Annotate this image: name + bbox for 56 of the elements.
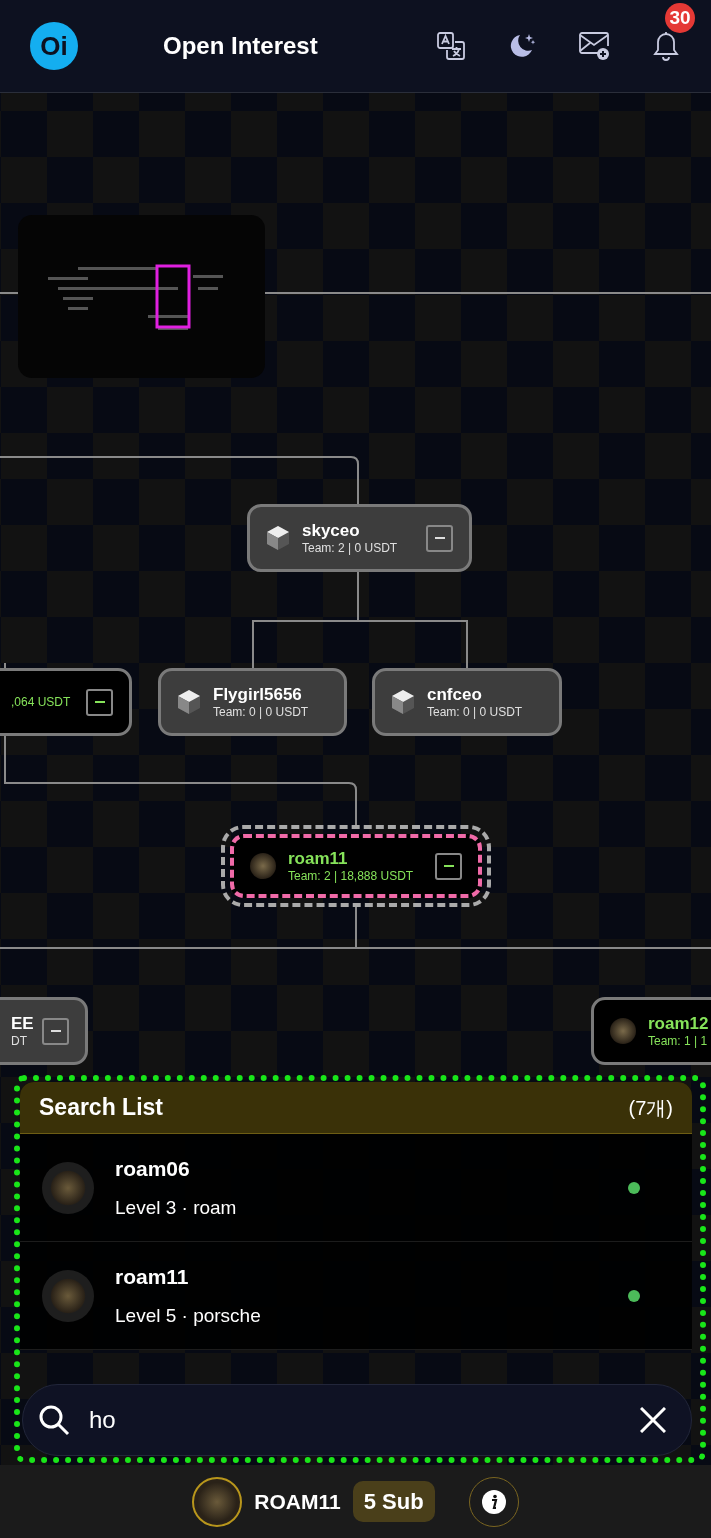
minus-icon (443, 865, 454, 867)
tree-node[interactable]: ,064 USDT (0, 668, 132, 736)
node-name: roam11 (288, 847, 349, 870)
minus-icon (94, 701, 105, 703)
node-name: EE (11, 1012, 34, 1035)
minus-icon (50, 1030, 61, 1032)
clear-icon[interactable] (640, 1407, 666, 1433)
node-team: DT (11, 1034, 28, 1050)
minus-icon (434, 537, 445, 539)
node-name: Flygirl5656 (213, 683, 303, 706)
node-team: Team: 2 | 0 USDT (302, 541, 398, 557)
user-name: ROAM11 (254, 1488, 341, 1515)
node-team: Team: 2 | 18,888 USDT (288, 869, 414, 885)
bell-icon[interactable] (653, 31, 679, 61)
collapse-button[interactable] (86, 688, 113, 716)
search-field[interactable]: ho (22, 1384, 692, 1456)
search-icon (38, 1404, 70, 1436)
result-name: roam11 (115, 1263, 190, 1290)
app-logo: Oi (30, 22, 78, 70)
search-result[interactable]: roam11 Level 5 · porsche (20, 1242, 692, 1350)
node-team: Team: 1 | 1 (648, 1034, 709, 1050)
result-detail: Level 5 · porsche (115, 1304, 261, 1328)
result-name: roam06 (115, 1155, 191, 1182)
app-title: Open Interest (163, 31, 318, 61)
tree-node[interactable]: roam12 Team: 1 | 1 (591, 997, 711, 1065)
collapse-button[interactable] (42, 1017, 69, 1045)
translate-icon[interactable] (437, 32, 465, 60)
tree-node[interactable]: cnfceo Team: 0 | 0 USDT (372, 668, 562, 736)
tree-node[interactable]: EE DT (0, 997, 88, 1065)
collapse-button[interactable] (426, 524, 453, 552)
tree-node[interactable]: roam11 Team: 2 | 18,888 USDT (230, 834, 482, 898)
node-team: ,064 USDT (11, 694, 71, 710)
search-list-title: Search List (39, 1093, 163, 1123)
tree-node[interactable]: Flygirl5656 Team: 0 | 0 USDT (158, 668, 347, 736)
cube-icon (266, 525, 290, 551)
cube-icon (391, 689, 415, 715)
result-avatar (42, 1161, 94, 1214)
result-avatar (42, 1269, 94, 1322)
cube-icon (177, 689, 201, 715)
result-count: (7개) (628, 1095, 673, 1121)
info-icon (481, 1489, 506, 1514)
notification-badge: 30 (665, 3, 695, 33)
collapse-button[interactable] (435, 852, 462, 880)
search-result[interactable]: roam06 Level 3 · roam (20, 1134, 692, 1242)
node-name: cnfceo (427, 683, 483, 706)
node-team: Team: 0 | 0 USDT (213, 705, 309, 721)
sub-count-badge: 5 Sub (352, 1481, 435, 1522)
node-team: Team: 0 | 0 USDT (427, 705, 523, 721)
node-name: roam12 (648, 1012, 709, 1035)
result-detail: Level 3 · roam (115, 1196, 237, 1220)
tree-node[interactable]: skyceo Team: 2 | 0 USDT (247, 504, 472, 572)
avatar-coin (250, 853, 276, 879)
overview-map[interactable] (18, 215, 265, 378)
mail-add-icon[interactable] (579, 31, 611, 61)
node-name: skyceo (302, 519, 361, 542)
avatar-coin (610, 1018, 636, 1044)
